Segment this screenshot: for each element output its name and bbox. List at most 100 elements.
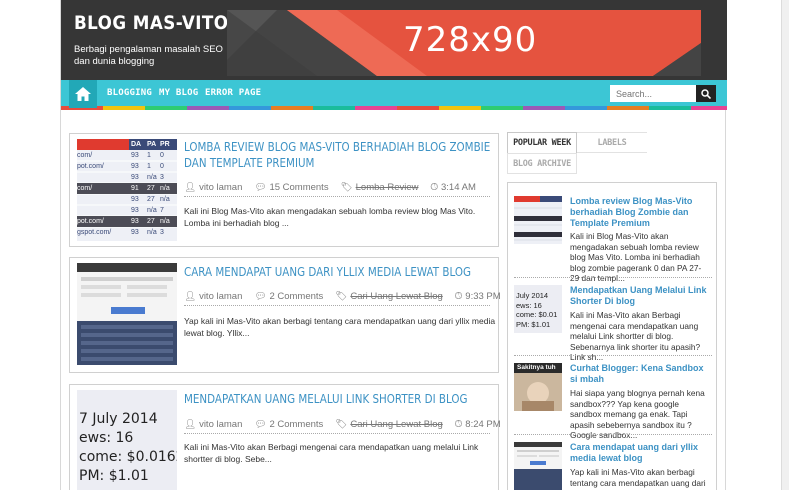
thumb-table-cell: 93 — [131, 163, 139, 170]
rainbow-segment — [271, 106, 313, 110]
clock-icon: 🕓︎ — [430, 182, 438, 193]
thumb-table-header: PA — [147, 141, 157, 148]
sidebar-divider — [514, 355, 712, 356]
popular-post-title[interactable]: Lomba review Blog Mas-Vito berhadiah Blo… — [570, 196, 708, 229]
rainbow-segment — [187, 106, 229, 110]
post-label[interactable]: Cari Uang Lewat Blog — [350, 291, 442, 302]
post-title[interactable]: MENDAPATKAN UANG MELALUI LINK SHORTER DI… — [184, 391, 494, 407]
thumb-table-cell: 3 — [160, 174, 164, 181]
nav-item-blogging[interactable]: BLOGGING — [107, 88, 152, 98]
rainbow-segment — [397, 106, 439, 110]
popular-post-excerpt: Yap kali ini Mas-Vito akan berbagi tenta… — [570, 467, 706, 490]
user-icon: 👤︎ — [184, 291, 197, 302]
page-scrollbar[interactable] — [781, 0, 789, 490]
meta-divider — [184, 196, 490, 197]
post-author[interactable]: vito laman — [199, 182, 242, 193]
header: BLOG MAS-VITO Berbagi pengalaman masalah… — [61, 0, 727, 80]
popular-post-item[interactable]: July 2014 ews: 16 come: $0.01 PM: $1.01 … — [514, 285, 712, 362]
sidebar-divider — [514, 277, 712, 278]
clock-icon: 🕓︎ — [454, 419, 463, 430]
comment-icon: 💬︎ — [254, 182, 267, 193]
popular-post-title[interactable]: Mendapatkan Uang Melalui Link Shorter Di… — [570, 285, 708, 307]
tag-icon: 🏷︎ — [335, 419, 348, 430]
search-input[interactable] — [610, 85, 696, 102]
thumb-table-cell: pot.com/ — [77, 218, 104, 225]
post-time: 9:33 PM — [465, 291, 501, 302]
rainbow-segment — [229, 106, 271, 110]
popular-post-item[interactable]: Cara mendapat uang dari yllix media lewa… — [514, 442, 712, 490]
tab-popular-week[interactable]: POPULAR WEEK — [507, 132, 577, 153]
rainbow-segment — [649, 106, 691, 110]
post-meta: 👤︎ vito laman 💬︎ 2 Comments 🏷︎ Cari Uang… — [184, 291, 501, 302]
thumb-table-cell: 0 — [160, 163, 164, 170]
rainbow-segment — [523, 106, 565, 110]
rainbow-segment — [439, 106, 481, 110]
blog-container: BLOG MAS-VITO Berbagi pengalaman masalah… — [60, 0, 727, 490]
popular-post-excerpt: Kali ini Blog Mas-Vito akan mengadakan s… — [570, 231, 702, 283]
thumb-table-cell: 93 — [131, 207, 139, 214]
thumb-table-cell: com/ — [77, 152, 93, 159]
thumb-table-cell: 91 — [131, 185, 139, 192]
banner-ad[interactable]: 728x90 — [227, 10, 701, 76]
search-button[interactable] — [696, 85, 716, 102]
popular-post-title[interactable]: Cara mendapat uang dari yllix media lewa… — [570, 442, 708, 464]
nav-item-error-page[interactable]: ERROR PAGE — [205, 88, 261, 98]
popular-post-excerpt: Hai siapa yang blognya pernah kena sandb… — [570, 388, 705, 440]
thumb-screenshot-graphic — [514, 442, 562, 490]
thumb-table-header: PR — [160, 141, 170, 148]
popular-post-item[interactable]: Lomba review Blog Mas-Vito berhadiah Blo… — [514, 196, 712, 283]
post-title[interactable]: CARA MENDAPAT UANG DARI YLLIX MEDIA LEWA… — [184, 264, 494, 280]
rainbow-segment — [103, 106, 145, 110]
thumb-table-cell: n/a — [160, 218, 170, 225]
post-author[interactable]: vito laman — [199, 291, 242, 302]
thumb-table-cell: com/ — [77, 185, 93, 192]
thumb-table-cell: n/a — [147, 174, 157, 181]
post-comments[interactable]: 15 Comments — [269, 182, 328, 193]
rainbow-segment — [313, 106, 355, 110]
meta-divider — [184, 305, 490, 306]
thumb-table-cell: 27 — [147, 218, 155, 225]
thumb-table-cell: 93 — [131, 196, 139, 203]
rainbow-segment — [481, 106, 523, 110]
post-thumbnail[interactable] — [77, 263, 177, 365]
rainbow-segment — [145, 106, 187, 110]
popular-post-thumbnail[interactable]: Sakitnya tuh — [514, 363, 562, 411]
post-excerpt: Yap kali ini Mas-Vito akan berbagi tenta… — [184, 316, 496, 338]
tab-labels[interactable]: LABELS — [577, 132, 647, 153]
popular-post-title[interactable]: Curhat Blogger: Kena Sandbox si mbah — [570, 363, 708, 385]
popular-post-thumbnail[interactable]: July 2014 ews: 16 come: $0.01 PM: $1.01 — [514, 285, 562, 333]
thumb-table-cell: 93 — [131, 218, 139, 225]
tab-blog-archive[interactable]: BLOG ARCHIVE — [507, 153, 577, 174]
post-comments[interactable]: 2 Comments — [269, 291, 323, 302]
popular-post-thumbnail[interactable] — [514, 196, 562, 244]
clock-icon: 🕓︎ — [454, 291, 463, 302]
post-meta: 👤︎ vito laman 💬︎ 2 Comments 🏷︎ Cari Uang… — [184, 419, 501, 430]
home-icon — [75, 87, 91, 101]
rainbow-segment — [355, 106, 397, 110]
post-time: 3:14 AM — [441, 182, 476, 193]
thumb-table-cell: 27 — [147, 185, 155, 192]
comment-icon: 💬︎ — [254, 291, 267, 302]
thumb-screenshot-graphic — [77, 263, 177, 365]
home-button[interactable] — [69, 80, 97, 108]
thumb-table-cell: 93 — [131, 152, 139, 159]
post-thumbnail[interactable]: 7 July 2014 ews: 16 come: $0.0162 PM: $1… — [77, 390, 177, 490]
popular-post-item[interactable]: Sakitnya tuh Curhat Blogger: Kena Sandbo… — [514, 363, 712, 440]
thumb-stats-text: 7 July 2014 ews: 16 come: $0.0162 PM: $1… — [79, 411, 177, 484]
blog-title[interactable]: BLOG MAS-VITO — [74, 12, 228, 34]
post-label[interactable]: Lomba Review — [356, 182, 419, 193]
comment-icon: 💬︎ — [254, 419, 267, 430]
post-title[interactable]: LOMBA REVIEW BLOG MAS-VITO BERHADIAH BLO… — [184, 139, 494, 171]
popular-posts-widget: Lomba review Blog Mas-Vito berhadiah Blo… — [507, 182, 717, 490]
post-label[interactable]: Cari Uang Lewat Blog — [350, 419, 442, 430]
post-thumbnail[interactable]: DA PA PR com/93 1 0 pot.com/93 1 0 93 n/a 3 com/91 27… — [77, 139, 177, 241]
thumb-table-cell: pot.com/ — [77, 163, 104, 170]
thumb-table-cell: 1 — [147, 163, 151, 170]
popular-post-thumbnail[interactable] — [514, 442, 562, 490]
post-excerpt: Kali ini Blog Mas-Vito akan mengadakan s… — [184, 206, 476, 228]
rainbow-segment — [691, 106, 727, 110]
nav-item-my-blog[interactable]: MY BLOG — [159, 88, 198, 98]
rainbow-segment — [565, 106, 607, 110]
post-comments[interactable]: 2 Comments — [269, 419, 323, 430]
post-author[interactable]: vito laman — [199, 419, 242, 430]
